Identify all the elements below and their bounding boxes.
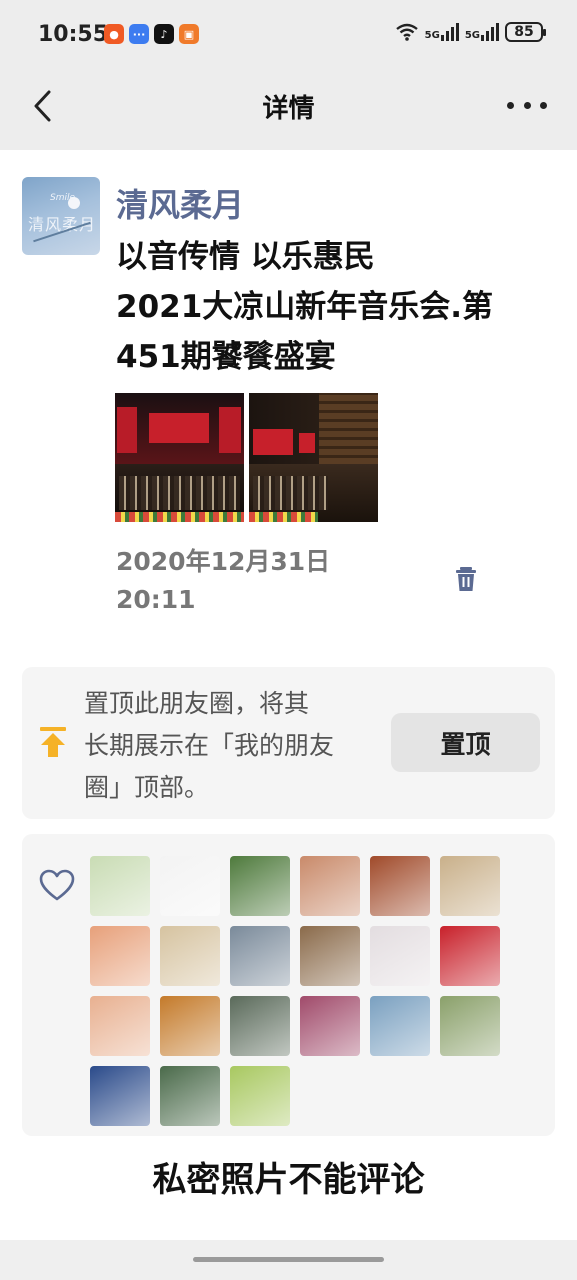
- notification-icons: ● ··· ♪ ▣: [104, 24, 199, 44]
- liker-avatar[interactable]: [440, 996, 500, 1056]
- network-type-1: 5G: [424, 30, 440, 41]
- liker-avatar[interactable]: [160, 856, 220, 916]
- wooden-wall: [319, 393, 378, 464]
- home-indicator[interactable]: [193, 1257, 384, 1262]
- app-icon-orange: ▣: [179, 24, 199, 44]
- flower-decoration: [249, 512, 318, 522]
- app-icon-red-orange: ●: [104, 24, 124, 44]
- pin-to-top-icon: [40, 727, 66, 757]
- stage-screen: [117, 407, 137, 453]
- liker-avatar[interactable]: [440, 926, 500, 986]
- pin-text-line: 长期展示在「我的朋友: [84, 731, 335, 760]
- pin-to-top-button[interactable]: 置顶: [391, 713, 540, 772]
- pin-description: 置顶此朋友圈，将其 长期展示在「我的朋友 圈」顶部。: [84, 683, 380, 809]
- header: 详情: [0, 70, 577, 150]
- liker-avatar[interactable]: [160, 926, 220, 986]
- post-text-line: 2021大凉山新年音乐会.第: [116, 289, 494, 325]
- stage-screen: [149, 413, 209, 443]
- more-options-button[interactable]: [507, 90, 547, 120]
- post-date-line: 2020年12月31日: [116, 547, 331, 576]
- wifi-icon: [395, 23, 418, 41]
- stage-screen: [219, 407, 241, 453]
- network-type-2: 5G: [464, 30, 480, 41]
- post-photo-2[interactable]: [249, 393, 378, 522]
- liker-avatar[interactable]: [90, 856, 150, 916]
- post-text-line: 451期饕餮盛宴: [116, 339, 336, 375]
- post-time-line: 20:11: [116, 585, 196, 614]
- signal-2: 5G: [465, 23, 499, 41]
- liker-avatar[interactable]: [300, 926, 360, 986]
- tiktok-icon: ♪: [154, 24, 174, 44]
- page-title: 详情: [262, 94, 315, 124]
- liker-avatar[interactable]: [90, 1066, 150, 1126]
- dot-icon: [540, 101, 547, 109]
- flower-decoration: [115, 512, 244, 522]
- liker-avatar[interactable]: [370, 926, 430, 986]
- liker-avatar[interactable]: [370, 856, 430, 916]
- author-avatar[interactable]: Smile 清风柔月: [22, 177, 100, 255]
- orchestra: [253, 476, 328, 510]
- author-name[interactable]: 清风柔月: [116, 180, 244, 226]
- post-text: 以音传情 以乐惠民 2021大凉山新年音乐会.第 451期饕餮盛宴: [116, 232, 556, 382]
- liker-avatar[interactable]: [300, 996, 360, 1056]
- liker-avatar[interactable]: [370, 996, 430, 1056]
- avatar-caption: Smile: [50, 193, 76, 203]
- stage-background: [115, 393, 244, 464]
- dot-icon: [507, 101, 514, 109]
- message-app-icon: ···: [129, 24, 149, 44]
- status-time: 10:55: [38, 22, 109, 47]
- post-photo-1[interactable]: [115, 393, 244, 522]
- likes-card: [22, 834, 555, 1136]
- orchestra: [119, 476, 240, 510]
- liker-avatar[interactable]: [300, 856, 360, 916]
- system-icons: 5G 5G 85: [395, 22, 546, 42]
- private-photo-no-comment-notice: 私密照片不能评论: [152, 1160, 425, 1200]
- liker-avatar[interactable]: [230, 1066, 290, 1126]
- heart-like-icon: [39, 869, 75, 901]
- liker-avatar[interactable]: [90, 926, 150, 986]
- pin-text-line: 圈」顶部。: [84, 773, 210, 802]
- delete-trash-icon[interactable]: [452, 565, 480, 593]
- signal-bars-icon: [481, 23, 499, 41]
- post-text-line: 以音传情 以乐惠民: [116, 239, 375, 275]
- pin-text-line: 置顶此朋友圈，将其: [84, 689, 310, 718]
- post-date: 2020年12月31日 20:11: [116, 543, 330, 619]
- status-bar: 10:55 ● ··· ♪ ▣ 5G 5G 85: [0, 0, 577, 70]
- liker-avatar[interactable]: [230, 926, 290, 986]
- liker-avatar[interactable]: [90, 996, 150, 1056]
- liker-avatar[interactable]: [160, 1066, 220, 1126]
- dot-icon: [523, 101, 531, 109]
- liker-avatar[interactable]: [160, 996, 220, 1056]
- pin-to-top-card: 置顶此朋友圈，将其 长期展示在「我的朋友 圈」顶部。 置顶: [22, 667, 555, 819]
- liker-avatar[interactable]: [230, 856, 290, 916]
- stage-screen: [299, 433, 315, 453]
- stage-background: [249, 393, 378, 464]
- liker-avatar[interactable]: [440, 856, 500, 916]
- stage-screen: [253, 429, 293, 455]
- liker-avatar[interactable]: [230, 996, 290, 1056]
- battery-icon: 85: [505, 22, 546, 42]
- signal-bars-icon: [440, 23, 459, 41]
- signal-1: 5G: [425, 23, 459, 41]
